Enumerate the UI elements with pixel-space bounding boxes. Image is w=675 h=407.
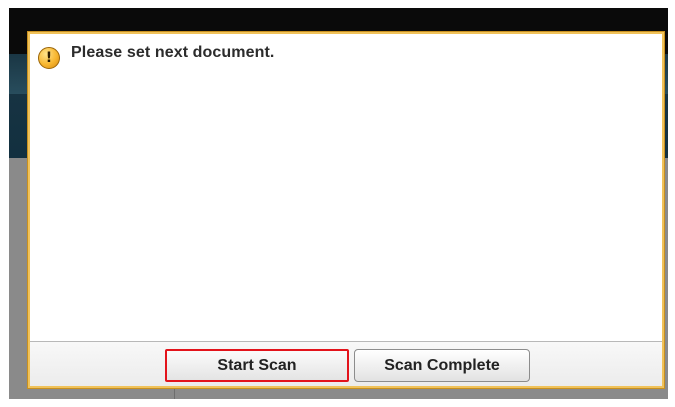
scan-complete-button[interactable]: Scan Complete bbox=[354, 349, 530, 382]
scan-dialog: ! Please set next document. Start Scan S… bbox=[28, 32, 664, 388]
dialog-message: Please set next document. bbox=[71, 44, 275, 61]
button-bar: Start Scan Scan Complete bbox=[30, 341, 662, 386]
start-scan-button[interactable]: Start Scan bbox=[165, 349, 349, 382]
exclamation-glyph: ! bbox=[45, 50, 53, 66]
warning-icon: ! bbox=[38, 47, 60, 69]
message-area: ! Please set next document. bbox=[30, 34, 662, 341]
